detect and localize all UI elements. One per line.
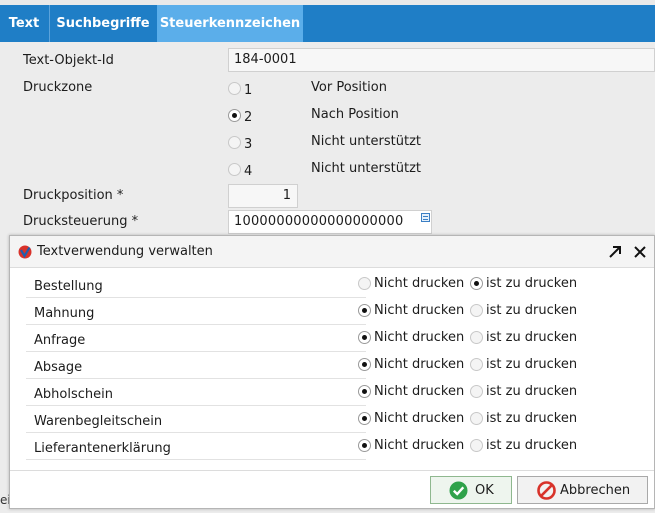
option-label: ist zu drucken <box>486 357 578 372</box>
textverwendung-label: Lieferantenerklärung <box>34 441 171 456</box>
option-label: ist zu drucken <box>486 438 578 453</box>
druckzone-option-number: 4 <box>244 164 253 179</box>
maximize-arrow-icon[interactable] <box>608 245 622 259</box>
radio-button[interactable] <box>470 439 483 452</box>
ok-button-label: OK <box>475 483 494 498</box>
row-divider <box>26 351 366 352</box>
drucksteuerung-label: Drucksteuerung * <box>23 214 139 229</box>
no-entry-icon <box>537 481 556 500</box>
textverwendung-label: Abholschein <box>34 387 113 402</box>
textverwendung-label: Anfrage <box>34 333 86 348</box>
radio-button-selected[interactable] <box>358 412 371 425</box>
dialog-footer: OK Abbrechen <box>10 470 654 508</box>
tab-bar: Text Suchbegriffe Steuerkennzeichen <box>0 0 655 42</box>
dialog-title: Textverwendung verwalten <box>37 244 213 259</box>
radio-button-selected[interactable] <box>228 109 241 122</box>
radio-button[interactable] <box>228 136 241 149</box>
option-label: Nicht drucken <box>374 276 465 291</box>
radio-button[interactable] <box>470 412 483 425</box>
ok-button[interactable]: OK <box>430 476 512 504</box>
option-label: Nicht drucken <box>374 384 465 399</box>
text-objekt-id-field[interactable]: 184-0001 <box>228 48 655 72</box>
druckzone-option-desc: Nicht unterstützt <box>311 161 421 176</box>
radio-button-selected[interactable] <box>358 331 371 344</box>
druckposition-field[interactable]: 1 <box>228 184 298 208</box>
row-divider <box>26 378 366 379</box>
radio-button-selected[interactable] <box>358 385 371 398</box>
option-label: ist zu drucken <box>486 303 578 318</box>
radio-button-selected[interactable] <box>358 304 371 317</box>
row-divider <box>26 324 366 325</box>
option-label: Nicht drucken <box>374 411 465 426</box>
check-circle-icon <box>449 481 468 500</box>
textverwendung-row: Mahnung <box>26 299 366 325</box>
textverwendung-label: Absage <box>34 360 83 375</box>
radio-button-selected[interactable] <box>358 358 371 371</box>
druckzone-option-desc: Nach Position <box>311 107 399 122</box>
radio-button[interactable] <box>228 82 241 95</box>
app-logo-icon <box>18 245 32 259</box>
row-divider <box>26 459 366 460</box>
drucksteuerung-field[interactable]: 10000000000000000000 <box>228 210 432 234</box>
textverwendung-row: Absage <box>26 353 366 379</box>
radio-button[interactable] <box>470 358 483 371</box>
radio-button-selected[interactable] <box>358 439 371 452</box>
textverwendung-label: Bestellung <box>34 279 103 294</box>
option-label: Nicht drucken <box>374 330 465 345</box>
row-divider <box>26 297 366 298</box>
textverwendung-row: Bestellung <box>26 272 366 298</box>
tab-steuerkennzeichen[interactable]: Steuerkennzeichen <box>157 5 303 42</box>
option-label: ist zu drucken <box>486 330 578 345</box>
option-label: ist zu drucken <box>486 276 578 291</box>
textverwendung-row: Abholschein <box>26 380 366 406</box>
close-icon[interactable] <box>633 245 647 259</box>
textverwendung-label: Warenbegleitschein <box>34 414 163 429</box>
textverwendung-label: Mahnung <box>34 306 95 321</box>
textverwendung-row: Lieferantenerklärung <box>26 434 366 460</box>
druckzone-option-number: 3 <box>244 137 253 152</box>
tab-text[interactable]: Text <box>0 5 48 42</box>
druckposition-label: Druckposition * <box>23 188 124 203</box>
option-label: Nicht drucken <box>374 357 465 372</box>
option-label: Nicht drucken <box>374 303 465 318</box>
textverwendung-row: Anfrage <box>26 326 366 352</box>
option-label: ist zu drucken <box>486 384 578 399</box>
dialog-titlebar[interactable]: Textverwendung verwalten <box>10 236 654 268</box>
row-divider <box>26 405 366 406</box>
text-objekt-id-label: Text-Objekt-Id <box>23 53 114 68</box>
radio-button[interactable] <box>470 304 483 317</box>
druckzone-option-number: 1 <box>244 83 253 98</box>
cancel-button-label: Abbrechen <box>560 483 631 498</box>
radio-button[interactable] <box>358 277 371 290</box>
edit-field-icon[interactable] <box>421 213 430 222</box>
radio-button[interactable] <box>470 331 483 344</box>
row-divider <box>26 432 366 433</box>
textverwendung-dialog: Textverwendung verwalten Bestellung Nicht… <box>9 235 655 509</box>
textverwendung-row: Warenbegleitschein <box>26 407 366 433</box>
druckzone-option-number: 2 <box>244 110 253 125</box>
radio-button-selected[interactable] <box>470 277 483 290</box>
druckzone-option-desc: Nicht unterstützt <box>311 134 421 149</box>
tab-suchbegriffe[interactable]: Suchbegriffe <box>49 5 156 42</box>
radio-button[interactable] <box>470 385 483 398</box>
option-label: ist zu drucken <box>486 411 578 426</box>
radio-button[interactable] <box>228 163 241 176</box>
druckzone-option-desc: Vor Position <box>311 80 387 95</box>
cancel-button[interactable]: Abbrechen <box>517 476 648 504</box>
option-label: Nicht drucken <box>374 438 465 453</box>
druckzone-label: Druckzone <box>23 80 93 95</box>
